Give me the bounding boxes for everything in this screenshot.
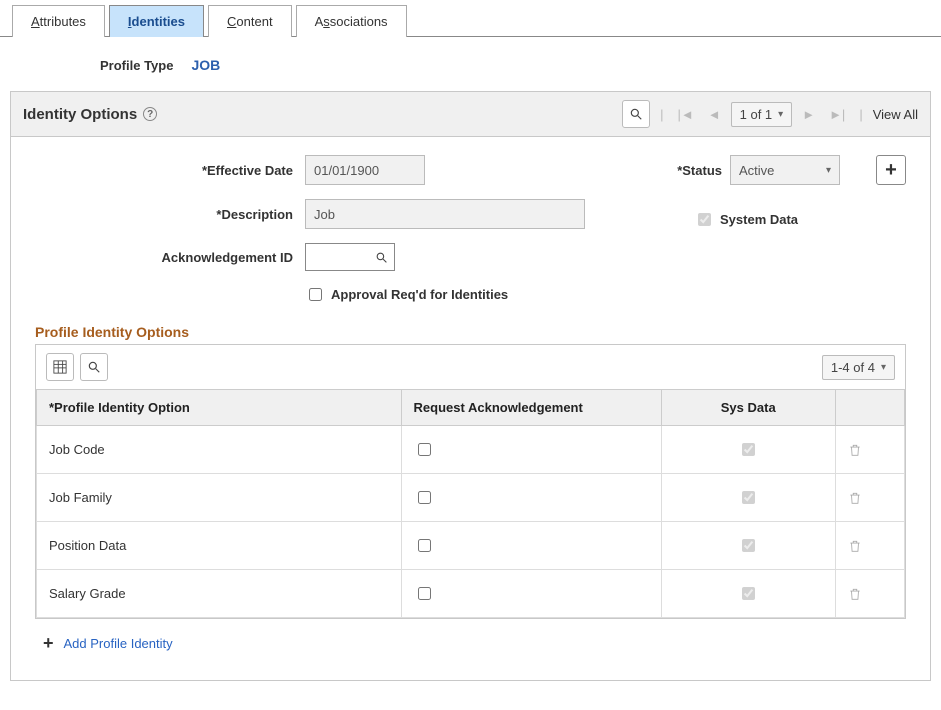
system-data-row: System Data <box>691 210 906 229</box>
cell-delete <box>835 522 904 570</box>
status-select[interactable]: Active ▾ <box>730 155 840 185</box>
cell-sys-data <box>661 474 835 522</box>
table-row: Salary Grade <box>37 570 905 618</box>
first-page-icon[interactable]: |◄ <box>674 107 698 122</box>
col-option: *Profile Identity Option <box>37 390 402 426</box>
cell-req-ack <box>401 426 661 474</box>
chevron-down-icon: ▾ <box>826 165 831 176</box>
col-sys-data: Sys Data <box>661 390 835 426</box>
panel-title: Identity Options ? <box>23 106 157 123</box>
find-button[interactable] <box>622 100 650 128</box>
col-actions <box>835 390 904 426</box>
search-icon <box>375 251 388 264</box>
view-all-link[interactable]: View All <box>873 107 918 122</box>
req-ack-checkbox[interactable] <box>418 491 431 504</box>
prev-page-icon[interactable]: ◄ <box>704 107 725 122</box>
ack-id-label: Acknowledgement ID <box>35 250 305 265</box>
grid-toolbar: 1-4 of 4 ▾ <box>36 345 905 389</box>
add-row-button[interactable]: + <box>876 155 906 185</box>
req-ack-checkbox[interactable] <box>418 539 431 552</box>
table-row: Job Family <box>37 474 905 522</box>
grid-find-button[interactable] <box>80 353 108 381</box>
add-profile-identity-link[interactable]: + Add Profile Identity <box>35 619 906 662</box>
divider: | <box>660 107 663 122</box>
profile-identity-grid: 1-4 of 4 ▾ *Profile Identity Option Requ… <box>35 344 906 619</box>
req-ack-checkbox[interactable] <box>418 443 431 456</box>
profile-type-value: JOB <box>191 57 220 73</box>
panel-pager: | |◄ ◄ 1 of 1 ▾ ► ►| | View All <box>622 100 918 128</box>
grid-personalize-button[interactable] <box>46 353 74 381</box>
trash-icon[interactable] <box>848 586 862 602</box>
cell-req-ack <box>401 570 661 618</box>
col-req-ack: Request Acknowledgement <box>401 390 661 426</box>
cell-req-ack <box>401 474 661 522</box>
description-label: *Description <box>35 207 305 222</box>
grid-page-select[interactable]: 1-4 of 4 ▾ <box>822 355 895 380</box>
req-ack-checkbox[interactable] <box>418 587 431 600</box>
plus-icon: + <box>885 159 897 182</box>
tab-attributes[interactable]: Attributes <box>12 5 105 37</box>
tab-identities[interactable]: Identities <box>109 5 204 37</box>
cell-sys-data <box>661 570 835 618</box>
cell-delete <box>835 570 904 618</box>
description-input[interactable] <box>305 199 585 229</box>
panel-body: *Effective Date *Status Active ▾ + *Desc… <box>11 137 930 680</box>
trash-icon[interactable] <box>848 442 862 458</box>
tab-content[interactable]: Content <box>208 5 292 37</box>
ack-id-input[interactable] <box>305 243 395 271</box>
table-row: Position Data <box>37 522 905 570</box>
panel-header: Identity Options ? | |◄ ◄ 1 of 1 ▾ ► ►| … <box>11 92 930 137</box>
trash-icon[interactable] <box>848 538 862 554</box>
chevron-down-icon: ▾ <box>778 109 783 120</box>
system-data-label: System Data <box>720 212 798 227</box>
cell-option: Job Code <box>37 426 402 474</box>
page-select[interactable]: 1 of 1 ▾ <box>731 102 793 127</box>
last-page-icon[interactable]: ►| <box>825 107 849 122</box>
cell-req-ack <box>401 522 661 570</box>
trash-icon[interactable] <box>848 490 862 506</box>
next-page-icon[interactable]: ► <box>798 107 819 122</box>
cell-sys-data <box>661 426 835 474</box>
search-icon <box>629 107 643 121</box>
divider: | <box>859 107 862 122</box>
profile-type-row: Profile Type JOB <box>0 37 941 91</box>
profile-type-label: Profile Type <box>100 58 173 73</box>
cell-option: Salary Grade <box>37 570 402 618</box>
identity-options-panel: Identity Options ? | |◄ ◄ 1 of 1 ▾ ► ►| … <box>10 91 931 681</box>
tab-associations[interactable]: Associations <box>296 5 407 37</box>
cell-option: Job Family <box>37 474 402 522</box>
sys-data-checkbox <box>742 443 755 456</box>
effective-date-input[interactable] <box>305 155 425 185</box>
search-icon <box>87 360 101 374</box>
system-data-checkbox <box>698 213 711 226</box>
cell-delete <box>835 426 904 474</box>
cell-option: Position Data <box>37 522 402 570</box>
status-label: *Status <box>677 163 722 178</box>
grid-table: *Profile Identity Option Request Acknowl… <box>36 389 905 618</box>
approval-label: Approval Req'd for Identities <box>331 287 508 302</box>
chevron-down-icon: ▾ <box>881 362 886 373</box>
profile-identity-options-title: Profile Identity Options <box>35 320 906 340</box>
effective-date-label: *Effective Date <box>35 163 305 178</box>
cell-delete <box>835 474 904 522</box>
plus-icon: + <box>43 633 54 654</box>
approval-checkbox[interactable] <box>309 288 322 301</box>
sys-data-checkbox <box>742 491 755 504</box>
cell-sys-data <box>661 522 835 570</box>
grid-icon <box>53 360 67 374</box>
sys-data-checkbox <box>742 587 755 600</box>
tab-bar: Attributes Identities Content Associatio… <box>0 0 941 37</box>
help-icon[interactable]: ? <box>143 107 157 121</box>
table-row: Job Code <box>37 426 905 474</box>
sys-data-checkbox <box>742 539 755 552</box>
